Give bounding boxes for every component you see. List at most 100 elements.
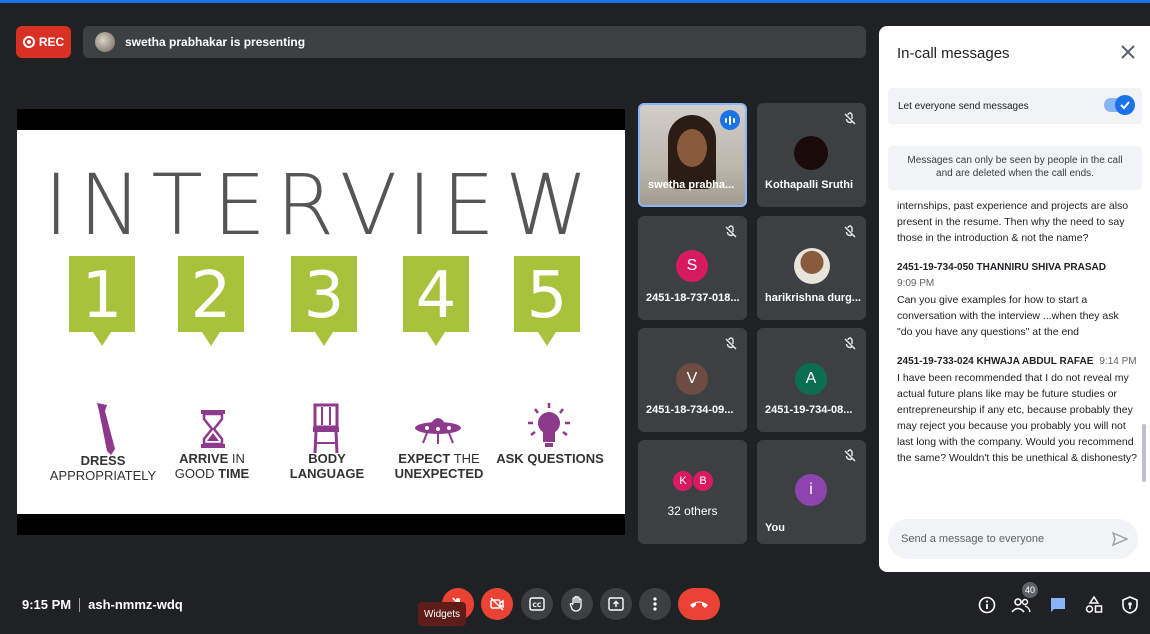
tip-number-box: 2 xyxy=(178,256,244,346)
toggle-label: Let everyone send messages xyxy=(898,100,1029,112)
mic-off-icon xyxy=(844,112,856,125)
message-input[interactable]: Send a message to everyone xyxy=(888,519,1138,559)
chat-title: In-call messages xyxy=(897,45,1010,62)
activities-button[interactable] xyxy=(1083,594,1105,616)
message-time: 9:09 PM xyxy=(897,278,935,289)
shared-screen: INTERVIEW 1 2 3 4 5 DRESS APPROPRIATELY A… xyxy=(17,109,625,535)
rec-label: REC xyxy=(38,35,65,49)
hand-icon xyxy=(569,595,582,612)
slide-title: INTERVIEW xyxy=(43,156,599,254)
message-text: Can you give examples for how to start a… xyxy=(897,294,1119,338)
participant-name: You xyxy=(765,522,785,534)
message-text: I have been recommended that I do not re… xyxy=(897,372,1137,464)
speaking-indicator-icon xyxy=(720,110,740,130)
participant-tile[interactable]: A 2451-19-734-08... xyxy=(757,328,866,432)
participant-tile[interactable]: harikrishna durg... xyxy=(757,216,866,320)
avatar: A xyxy=(795,363,827,395)
send-icon[interactable] xyxy=(1112,531,1128,547)
participant-count-badge: 40 xyxy=(1022,582,1038,598)
participant-name: 2451-19-734-08... xyxy=(765,404,853,416)
chat-scrollbar[interactable] xyxy=(1142,424,1146,482)
record-icon xyxy=(22,36,35,48)
present-button[interactable] xyxy=(600,588,632,620)
svg-text:CC: CC xyxy=(533,602,542,609)
shield-icon xyxy=(1122,596,1138,614)
avatar: K xyxy=(672,470,694,492)
others-tile[interactable]: K B 32 others xyxy=(638,440,747,544)
camera-off-icon xyxy=(490,597,504,611)
info-icon xyxy=(978,596,996,614)
mic-off-icon xyxy=(844,449,856,462)
chat-button[interactable] xyxy=(1047,594,1069,616)
meeting-code: ash-nmmz-wdq xyxy=(88,597,183,612)
activities-icon xyxy=(1085,596,1103,613)
captions-button[interactable]: CC xyxy=(521,588,553,620)
tip-label: DRESS APPROPRIATELY xyxy=(49,453,157,483)
hourglass-icon xyxy=(188,400,238,458)
avatar: B xyxy=(692,470,714,492)
present-icon xyxy=(608,597,624,611)
participant-name: 2451-18-734-09... xyxy=(646,404,734,416)
lightbulb-icon xyxy=(524,400,574,458)
message-sender: 2451-19-734-050 THANNIRU SHIVA PRASAD xyxy=(897,262,1106,273)
participant-name: swetha prabha... xyxy=(648,179,735,191)
message-list[interactable]: internships, past experience and project… xyxy=(897,198,1137,514)
check-icon xyxy=(1115,95,1135,115)
allow-messages-toggle[interactable] xyxy=(1104,95,1135,115)
presenter-text: swetha prabhakar is presenting xyxy=(125,35,306,49)
others-count: 32 others xyxy=(667,504,718,518)
message-sender: 2451-19-733-024 KHWAJA ABDUL RAFAE xyxy=(897,356,1094,367)
tip-label: BODY LANGUAGE xyxy=(289,451,365,481)
raise-hand-button[interactable] xyxy=(561,588,593,620)
participant-tile[interactable]: Kothapalli Sruthi xyxy=(757,103,866,207)
people-icon xyxy=(1011,598,1031,613)
captions-icon: CC xyxy=(529,597,545,611)
divider xyxy=(79,597,81,612)
close-icon[interactable] xyxy=(1118,42,1138,62)
chat-info-notice: Messages can only be seen by people in t… xyxy=(888,146,1142,190)
message-time: 9:14 PM xyxy=(1099,356,1137,367)
camera-toggle-button[interactable] xyxy=(481,588,513,620)
avatar: i xyxy=(795,474,827,506)
chair-icon xyxy=(301,400,351,458)
mic-off-icon xyxy=(844,225,856,238)
tie-icon xyxy=(79,400,129,458)
self-tile[interactable]: i You xyxy=(757,440,866,544)
leave-call-button[interactable] xyxy=(678,588,720,620)
mic-off-icon xyxy=(844,337,856,350)
chat-icon xyxy=(1051,598,1065,612)
participant-tile[interactable]: swetha prabha... xyxy=(638,103,747,207)
meeting-details: 9:15 PM ash-nmmz-wdq xyxy=(22,597,183,612)
top-accent-line xyxy=(0,0,1150,3)
participant-name: Kothapalli Sruthi xyxy=(765,179,853,191)
message-input-placeholder: Send a message to everyone xyxy=(901,533,1045,545)
mic-off-icon xyxy=(725,225,737,238)
presentation-slide: INTERVIEW 1 2 3 4 5 DRESS APPROPRIATELY A… xyxy=(17,130,625,514)
more-options-button[interactable] xyxy=(639,588,671,620)
chat-panel: In-call messages Let everyone send messa… xyxy=(879,26,1150,572)
participant-tile[interactable]: S 2451-18-737-018... xyxy=(638,216,747,320)
ufo-icon xyxy=(413,400,463,458)
avatar xyxy=(794,248,830,284)
tip-number-box: 5 xyxy=(514,256,580,346)
mic-off-icon xyxy=(725,337,737,350)
phone-hangup-icon xyxy=(690,601,708,608)
clock: 9:15 PM xyxy=(22,597,72,612)
tip-number-box: 4 xyxy=(403,256,469,346)
widgets-tooltip: Widgets xyxy=(418,602,466,626)
tip-number-box: 1 xyxy=(69,256,135,346)
tip-label: ARRIVE IN GOOD TIME xyxy=(174,451,250,481)
meeting-info-button[interactable] xyxy=(976,594,998,616)
message-header: 2451-19-733-024 KHWAJA ABDUL RAFAE 9:14 P… xyxy=(897,354,1137,370)
presenter-avatar xyxy=(95,32,115,52)
participant-tile[interactable]: V 2451-18-734-09... xyxy=(638,328,747,432)
participant-name: 2451-18-737-018... xyxy=(646,292,740,304)
more-vert-icon xyxy=(653,597,657,611)
message-text: internships, past experience and project… xyxy=(897,200,1129,244)
host-controls-button[interactable] xyxy=(1119,594,1141,616)
recording-badge[interactable]: REC xyxy=(16,26,71,58)
tip-label: ASK QUESTIONS xyxy=(496,451,604,466)
presenting-banner: swetha prabhakar is presenting xyxy=(83,26,866,58)
participant-video xyxy=(668,115,716,189)
allow-messages-setting: Let everyone send messages xyxy=(888,88,1142,124)
